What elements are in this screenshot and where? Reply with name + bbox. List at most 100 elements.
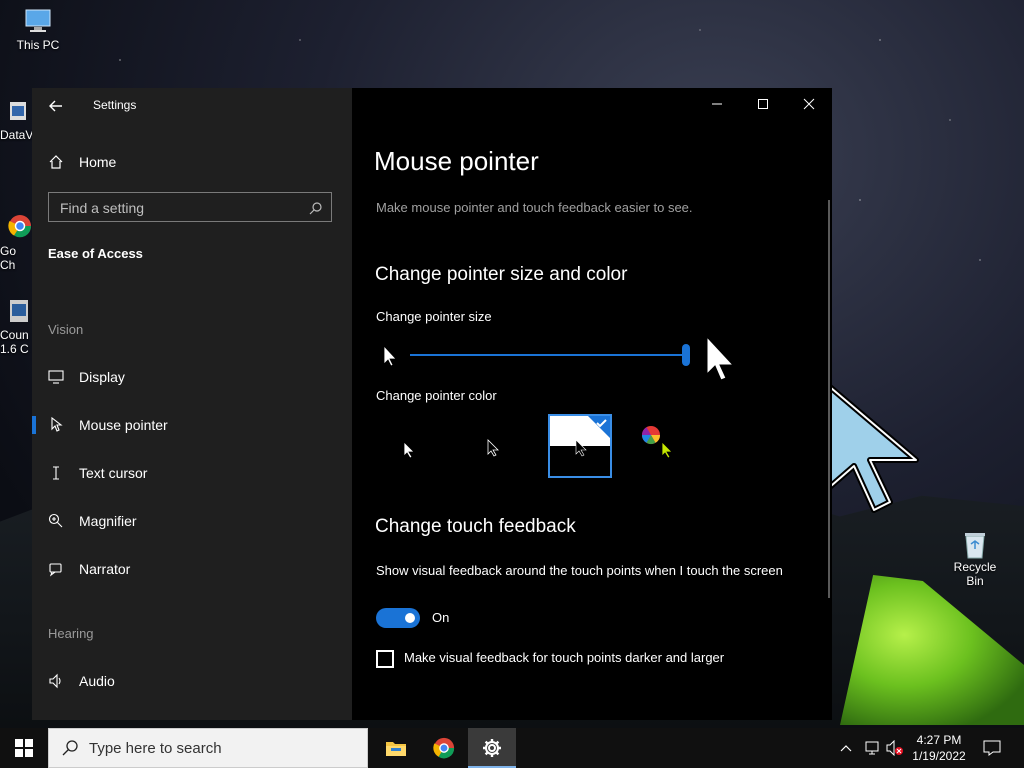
group-label-hearing: Hearing [48,626,94,641]
color-option-inverted[interactable] [548,414,612,478]
search-icon [62,740,78,756]
group-label-vision: Vision [48,322,84,337]
nav-home[interactable]: Home [48,150,116,174]
nav-item-label: Narrator [79,561,131,577]
color-option-custom[interactable] [634,416,696,478]
desktop-icon-recycle-bin[interactable]: Recycle Bin [944,530,1006,588]
clock-time: 4:27 PM [916,733,962,747]
nav-item-label: Mouse pointer [79,417,168,433]
pointer-size-slider-thumb[interactable] [682,344,690,366]
home-icon [49,155,63,169]
magnifier-icon [48,513,63,528]
desktop-icon-this-pc[interactable]: This PC [8,8,68,52]
start-button[interactable] [0,728,48,768]
minimize-button[interactable] [694,88,740,120]
narrator-icon [49,563,62,577]
chevron-up-icon [840,745,852,752]
maximize-button[interactable] [740,88,786,120]
color-wheel-icon [642,426,660,445]
nav-item-label: Display [79,369,125,385]
chrome-icon [8,200,32,238]
clock-date: 1/19/2022 [912,749,966,763]
pointer-size-slider-track[interactable] [410,354,686,356]
color-option-black[interactable] [462,416,524,478]
desktop-icon-datav[interactable]: DataV [0,98,34,142]
settings-content: Mouse pointer Make mouse pointer and tou… [352,88,832,720]
speaker-icon [49,673,61,689]
nav-item-text-cursor[interactable]: Text cursor [32,455,352,491]
monitor-icon [48,370,64,384]
notification-icon [983,740,1001,756]
volume-button[interactable] [884,728,906,768]
large-pointer-icon [706,335,735,381]
desktop-icon-label: Coun 1.6 C [0,328,29,356]
nav-item-mouse-pointer[interactable]: Mouse pointer [32,407,352,443]
section-title: Ease of Access [48,246,143,261]
touch-feedback-toggle[interactable] [376,608,420,628]
taskbar-file-explorer[interactable] [372,728,420,768]
nav-item-label: Magnifier [79,513,137,529]
desktop-icon-counter[interactable]: Coun 1.6 C [0,270,36,356]
recycle-bin-icon [960,530,990,559]
close-button[interactable] [786,88,832,120]
computer-icon [23,8,53,34]
taskbar-search-placeholder: Type here to search [89,740,222,757]
app-icon [8,98,28,124]
desktop-icon-chrome[interactable]: Go Ch [0,186,34,272]
content-scrollbar[interactable] [828,200,830,598]
search-icon [309,202,322,215]
desktop-icon-label: This PC [16,38,60,52]
black-pointer-icon [487,439,499,457]
find-setting-input[interactable]: Find a setting [48,192,332,222]
taskbar-search-box[interactable]: Type here to search [48,728,368,768]
desktop-icon-label: Recycle Bin [953,560,997,588]
window-controls [694,88,832,120]
network-icon [865,741,879,755]
toggle-state-label: On [432,610,450,625]
color-option-white[interactable] [378,416,440,478]
settings-window: Settings Home Find a setting Ease of Acc… [32,88,832,720]
taskbar: Type here to search 4:27 PM 1/19/2022 [0,728,1024,768]
mouse-pointer-icon [51,417,63,432]
desktop-icon-label: DataV [0,128,34,142]
minimize-icon [712,103,722,105]
custom-pointer-icon [661,441,673,459]
heading-size-color: Change pointer size and color [375,264,628,285]
pointer-size-label: Change pointer size [376,309,492,324]
nav-item-label: Text cursor [79,465,148,481]
white-pointer-icon [403,441,415,459]
search-placeholder: Find a setting [60,200,145,216]
nav-item-audio[interactable]: Audio [32,663,352,699]
text-cursor-icon [53,466,59,480]
checkbox-label: Make visual feedback for touch points da… [404,650,725,665]
folder-icon [386,742,406,756]
back-button[interactable] [46,96,70,116]
maximize-icon [758,99,768,109]
nav-item-label: Audio [79,673,115,689]
action-center-button[interactable] [978,728,1006,768]
volume-muted-icon [886,740,903,756]
windows-logo-icon [15,739,33,757]
large-pointer-cursor [821,379,919,513]
back-arrow-icon [49,100,62,112]
page-description: Make mouse pointer and touch feedback ea… [376,200,693,215]
touch-feedback-description: Show visual feedback around the touch po… [376,563,783,578]
taskbar-settings[interactable] [468,728,516,768]
page-title: Mouse pointer [374,146,539,176]
close-icon [803,98,815,110]
darker-larger-checkbox[interactable] [376,650,394,668]
pointer-color-label: Change pointer color [376,388,497,403]
taskbar-chrome[interactable] [420,728,468,768]
desktop-icon-label: Go Ch [0,244,17,272]
network-button[interactable] [860,728,884,768]
checkmark-icon [588,416,610,438]
nav-item-magnifier[interactable]: Magnifier [32,503,352,539]
nav-item-display[interactable]: Display [32,359,352,395]
settings-sidebar: Settings Home Find a setting Ease of Acc… [32,88,352,720]
nav-item-narrator[interactable]: Narrator [32,551,352,587]
system-clock[interactable]: 4:27 PM 1/19/2022 [904,732,974,764]
window-title: Settings [93,98,137,112]
show-hidden-icons-button[interactable] [836,728,856,768]
nav-home-label: Home [79,154,117,170]
gear-icon [483,739,501,757]
